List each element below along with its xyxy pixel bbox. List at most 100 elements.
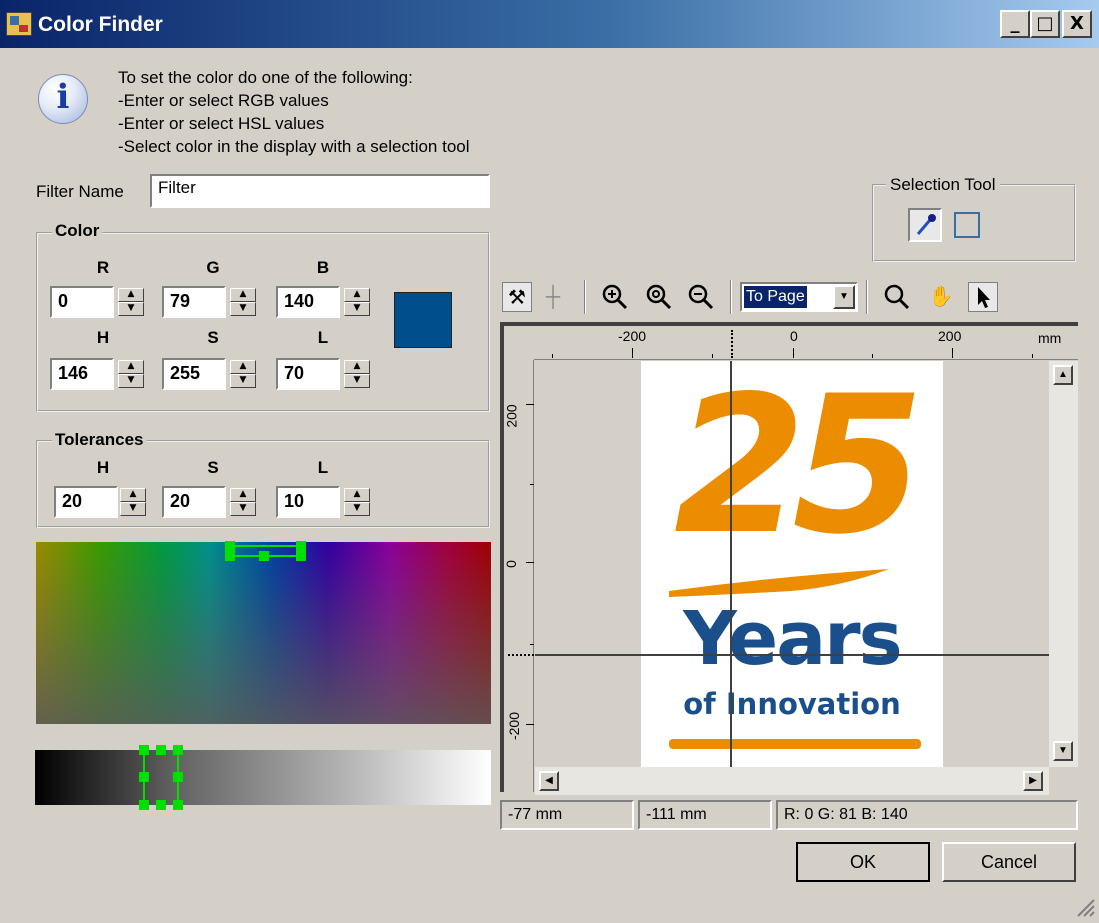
filter-name-input[interactable]: Filter [150,174,490,208]
horizontal-scrollbar[interactable]: ◀ ▶ [535,767,1049,795]
eyedropper-icon [916,214,936,235]
preview-number: 25 [673,361,924,576]
scroll-left-icon[interactable]: ◀ [539,771,559,791]
b-label: B [316,258,330,277]
status-y-coordinate: -111 mm [638,800,772,830]
magnifier-icon[interactable] [882,282,912,312]
tools-icon[interactable]: ⚒ [502,282,532,312]
instruction-line: To set the color do one of the following… [118,68,413,87]
cancel-button[interactable]: Cancel [942,842,1076,882]
hand-pan-icon[interactable]: ✋ [926,282,956,312]
g-value-input[interactable]: 79 [162,286,226,318]
lightness-handle[interactable] [173,745,183,755]
l-spinner[interactable]: ▲ ▼ [344,360,370,388]
tol-s-spinner[interactable]: ▲ ▼ [230,488,256,516]
preview-canvas[interactable]: 25 Years of Innovation [535,361,1049,767]
minimize-button[interactable]: _ [1000,10,1030,38]
preview-word: Years [683,596,902,682]
status-x-coordinate: -77 mm [500,800,634,830]
lightness-handle[interactable] [139,745,149,755]
toolbar-separator [730,280,732,314]
scroll-down-icon[interactable]: ▼ [1053,741,1073,761]
instruction-line: -Enter or select HSL values [118,114,325,133]
resize-grip-icon[interactable] [1072,894,1096,918]
crosshair-icon[interactable]: ┼ [538,282,568,312]
tol-h-label: H [96,458,110,477]
preview-tagline: of Innovation [683,687,901,721]
ruler-label: 0 [502,560,519,568]
zoom-actual-icon[interactable] [644,282,674,312]
lightness-handle[interactable] [139,800,149,810]
b-spinner[interactable]: ▲ ▼ [344,288,370,316]
s-label: S [207,328,219,347]
eyedropper-tool-button[interactable] [908,208,942,242]
tolerances-group-title: Tolerances [52,430,147,450]
tol-l-spinner[interactable]: ▲ ▼ [344,488,370,516]
ruler-label: 200 [503,404,520,428]
ruler-label: 200 [938,328,962,344]
lightness-handle[interactable] [173,772,183,782]
spectrum-handle[interactable] [225,551,235,561]
arrow-pointer-icon[interactable] [968,282,998,312]
preview-bar [669,739,921,749]
zoom-select-value: To Page [744,286,807,308]
zoom-out-icon[interactable] [686,282,716,312]
color-swatch [394,292,452,348]
tol-l-label: L [317,458,329,477]
lightness-bar[interactable] [35,750,491,805]
color-group-title: Color [52,221,103,241]
l-value-input[interactable]: 70 [276,358,340,390]
lightness-handle[interactable] [139,772,149,782]
zoom-select[interactable]: To Page ▼ [740,282,858,312]
s-spinner[interactable]: ▲ ▼ [230,360,256,388]
vertical-ruler: 200 0 -200 [502,360,534,792]
vertical-scrollbar[interactable]: ▲ ▼ [1049,361,1078,767]
filter-name-label: Filter Name [36,182,124,201]
scroll-up-icon[interactable]: ▲ [1053,365,1073,385]
b-value-input[interactable]: 140 [276,286,340,318]
ok-button[interactable]: OK [796,842,930,882]
spectrum-handle[interactable] [296,541,306,551]
toolbar-separator [866,280,868,314]
ruler-label: 0 [790,328,798,344]
toolbar-separator [584,280,586,314]
instruction-line: -Enter or select RGB values [118,91,329,110]
zoom-in-icon[interactable] [600,282,630,312]
h-spinner[interactable]: ▲ ▼ [118,360,144,388]
lightness-handle[interactable] [173,800,183,810]
g-label: G [206,258,220,277]
scroll-right-icon[interactable]: ▶ [1023,771,1043,791]
tol-h-input[interactable]: 20 [54,486,118,518]
r-spinner[interactable]: ▲ ▼ [118,288,144,316]
spectrum-handle[interactable] [259,551,269,561]
close-button[interactable]: X [1062,10,1092,38]
selection-tool-title: Selection Tool [886,175,1000,195]
tol-l-input[interactable]: 10 [276,486,340,518]
tol-h-spinner[interactable]: ▲ ▼ [120,488,146,516]
rectangle-select-icon[interactable] [954,212,980,238]
tol-s-input[interactable]: 20 [162,486,226,518]
instructions: To set the color do one of the following… [118,66,470,158]
g-spinner[interactable]: ▲ ▼ [230,288,256,316]
h-value-input[interactable]: 146 [50,358,114,390]
app-icon [6,12,32,36]
spectrum-handle[interactable] [296,551,306,561]
s-value-input[interactable]: 255 [162,358,226,390]
title-bar[interactable]: Color Finder _ □ X [0,0,1099,48]
chevron-down-icon[interactable]: ▼ [833,285,855,309]
hue-saturation-spectrum[interactable] [36,542,491,724]
spectrum-selection-line [230,545,302,547]
window-title: Color Finder [38,13,163,36]
status-rgb-readout: R: 0 G: 81 B: 140 [776,800,1078,830]
info-icon: i [38,74,88,124]
lightness-handle[interactable] [156,800,166,810]
lightness-handle[interactable] [156,745,166,755]
r-label: R [96,258,110,277]
ruler-label: -200 [618,328,647,344]
spectrum-handle[interactable] [225,541,235,551]
horizontal-ruler: -200 0 200 mm [534,326,1078,360]
ruler-unit: mm [1038,330,1062,346]
r-value-input[interactable]: 0 [50,286,114,318]
maximize-button[interactable]: □ [1030,10,1060,38]
preview-page: 25 Years of Innovation [641,361,943,767]
